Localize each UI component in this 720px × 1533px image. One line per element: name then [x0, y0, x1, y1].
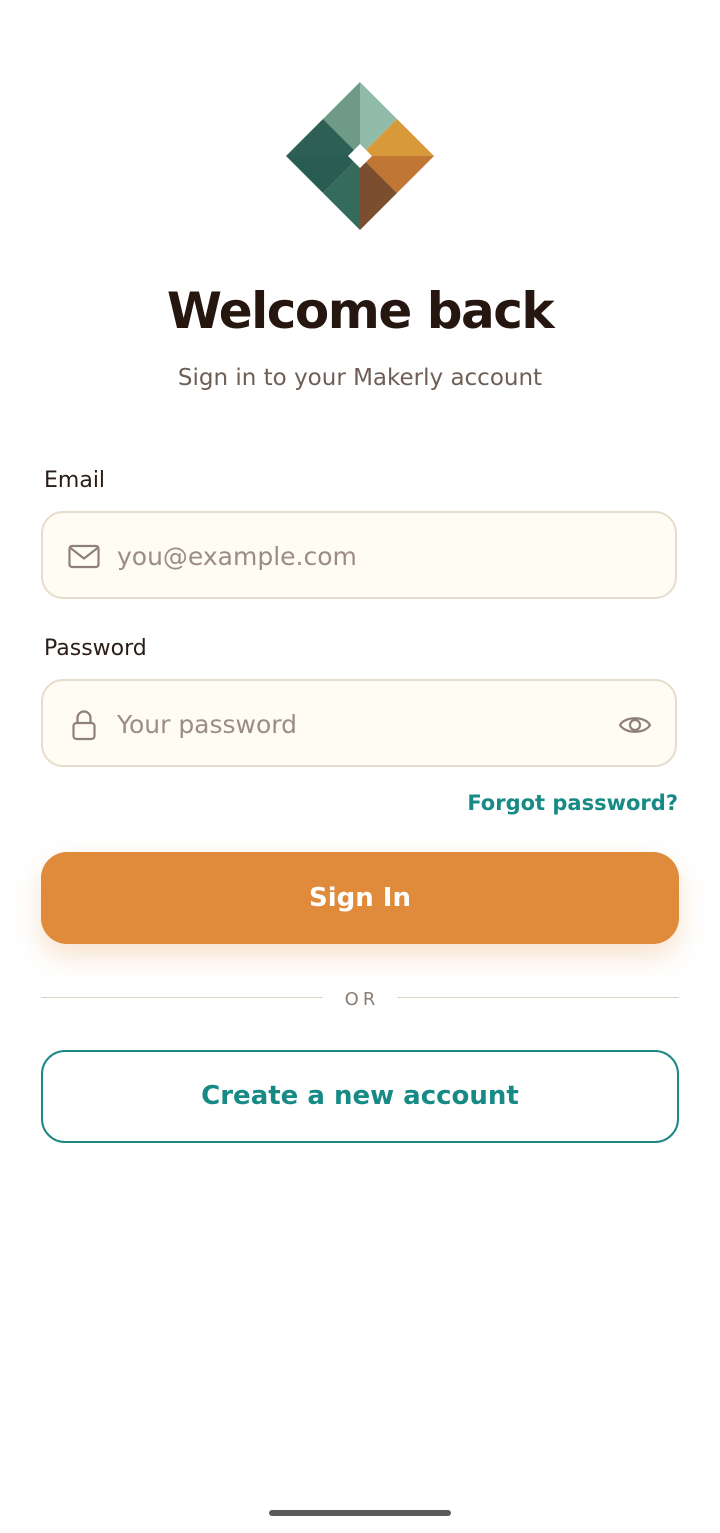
email-label: Email: [44, 468, 106, 493]
divider-line-right: [397, 997, 679, 998]
email-input[interactable]: [117, 531, 597, 581]
home-indicator[interactable]: [269, 1510, 451, 1516]
password-label: Password: [44, 636, 147, 661]
lock-icon: [67, 708, 101, 742]
sign-in-button[interactable]: Sign In: [41, 852, 679, 944]
email-field[interactable]: [41, 511, 677, 599]
password-input[interactable]: [117, 699, 597, 749]
forgot-password-link[interactable]: Forgot password?: [467, 788, 678, 818]
divider-line-left: [41, 997, 323, 998]
divider-or-text: OR: [344, 989, 380, 1010]
create-account-button[interactable]: Create a new account: [41, 1050, 679, 1143]
password-field[interactable]: [41, 679, 677, 767]
page-subtitle: Sign in to your Makerly account: [177, 365, 543, 391]
eye-icon[interactable]: [617, 707, 653, 743]
page-title: Welcome back: [166, 282, 555, 340]
diamond-logo-icon: [286, 82, 434, 230]
makerly-logo: [286, 82, 434, 230]
mail-icon: [67, 540, 101, 574]
